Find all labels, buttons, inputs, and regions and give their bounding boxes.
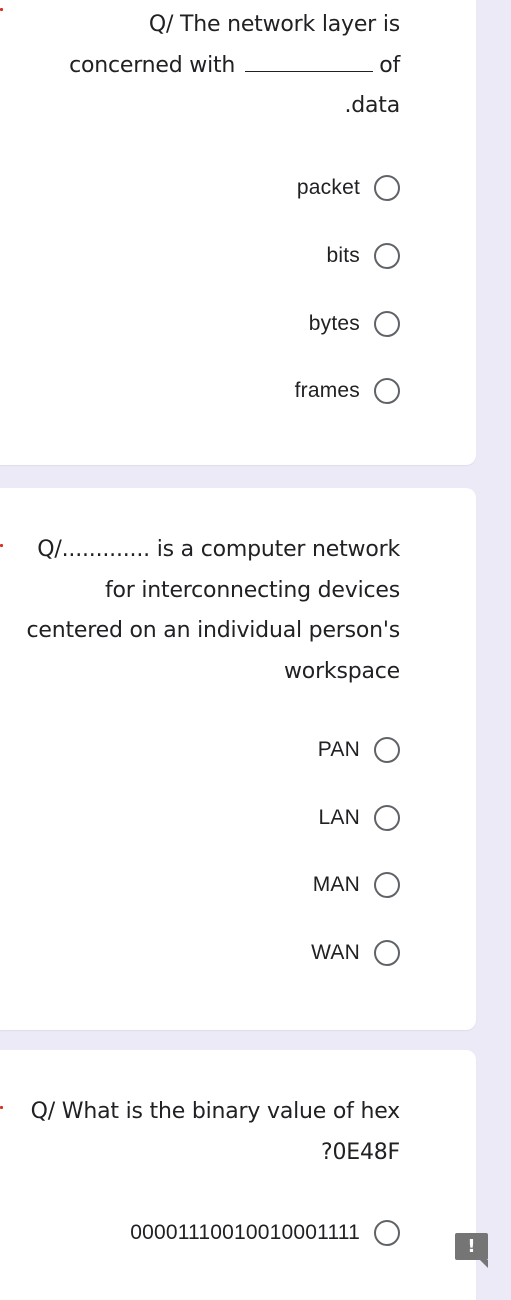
option-label: bits (326, 244, 360, 267)
fill-in-blank (245, 70, 374, 72)
radio-button[interactable] (374, 378, 400, 404)
question-line: ?0E48F (320, 1139, 400, 1165)
radio-button[interactable] (374, 805, 400, 831)
option-label: MAN (312, 873, 360, 896)
question-line: centered on an individual person's (26, 618, 401, 643)
option-label: bytes (308, 312, 360, 335)
option-man[interactable]: MAN (313, 869, 400, 901)
required-marker (0, 8, 3, 11)
question-line: concerned with of (69, 52, 400, 78)
radio-button[interactable] (374, 737, 400, 763)
question-text: Q/............. is a computer network fo… (26, 530, 401, 692)
option-label: LAN (318, 806, 360, 829)
option-lan[interactable]: LAN (319, 802, 400, 834)
question-card-1: Q/ The network layer is concerned with of… (0, 0, 476, 465)
question-text: Q/ What is the binary value of hex ?0E48… (30, 1092, 401, 1173)
question-card-3: Q/ What is the binary value of hex ?0E48… (0, 1050, 476, 1300)
required-marker (0, 544, 3, 547)
option-label: packet (296, 176, 360, 199)
radio-button[interactable] (374, 175, 400, 201)
option-frames[interactable]: frames (295, 375, 400, 407)
option-label: PAN (317, 738, 360, 761)
question-line: Q/ The network layer is (148, 12, 400, 37)
radio-button[interactable] (374, 311, 400, 337)
question-line: .data (344, 93, 400, 118)
required-marker (0, 1106, 3, 1109)
feedback-button[interactable]: ! (455, 1233, 488, 1268)
option-bits[interactable]: bits (327, 240, 400, 272)
question-line: Q/............. is a computer network (37, 537, 400, 562)
radio-button[interactable] (374, 243, 400, 269)
question-text: Q/ The network layer is concerned with of… (69, 5, 400, 127)
option-label: 00001110010010001111 (130, 1221, 360, 1244)
radio-button[interactable] (374, 940, 400, 966)
option-pan[interactable]: PAN (318, 734, 400, 766)
option-bytes[interactable]: bytes (309, 308, 400, 340)
radio-button[interactable] (374, 1220, 400, 1246)
option-label: frames (294, 379, 360, 402)
question-card-2: Q/............. is a computer network fo… (0, 488, 476, 1030)
option-binary-value[interactable]: 00001110010010001111 (130, 1217, 400, 1249)
option-wan[interactable]: WAN (311, 937, 400, 969)
option-packet[interactable]: packet (297, 172, 400, 204)
exclamation-icon: ! (467, 1236, 476, 1257)
question-line: for interconnecting devices (104, 577, 400, 603)
radio-button[interactable] (374, 872, 400, 898)
option-label: WAN (311, 941, 360, 964)
question-line: Q/ What is the binary value of hex (30, 1099, 401, 1124)
question-line: workspace (284, 658, 400, 684)
